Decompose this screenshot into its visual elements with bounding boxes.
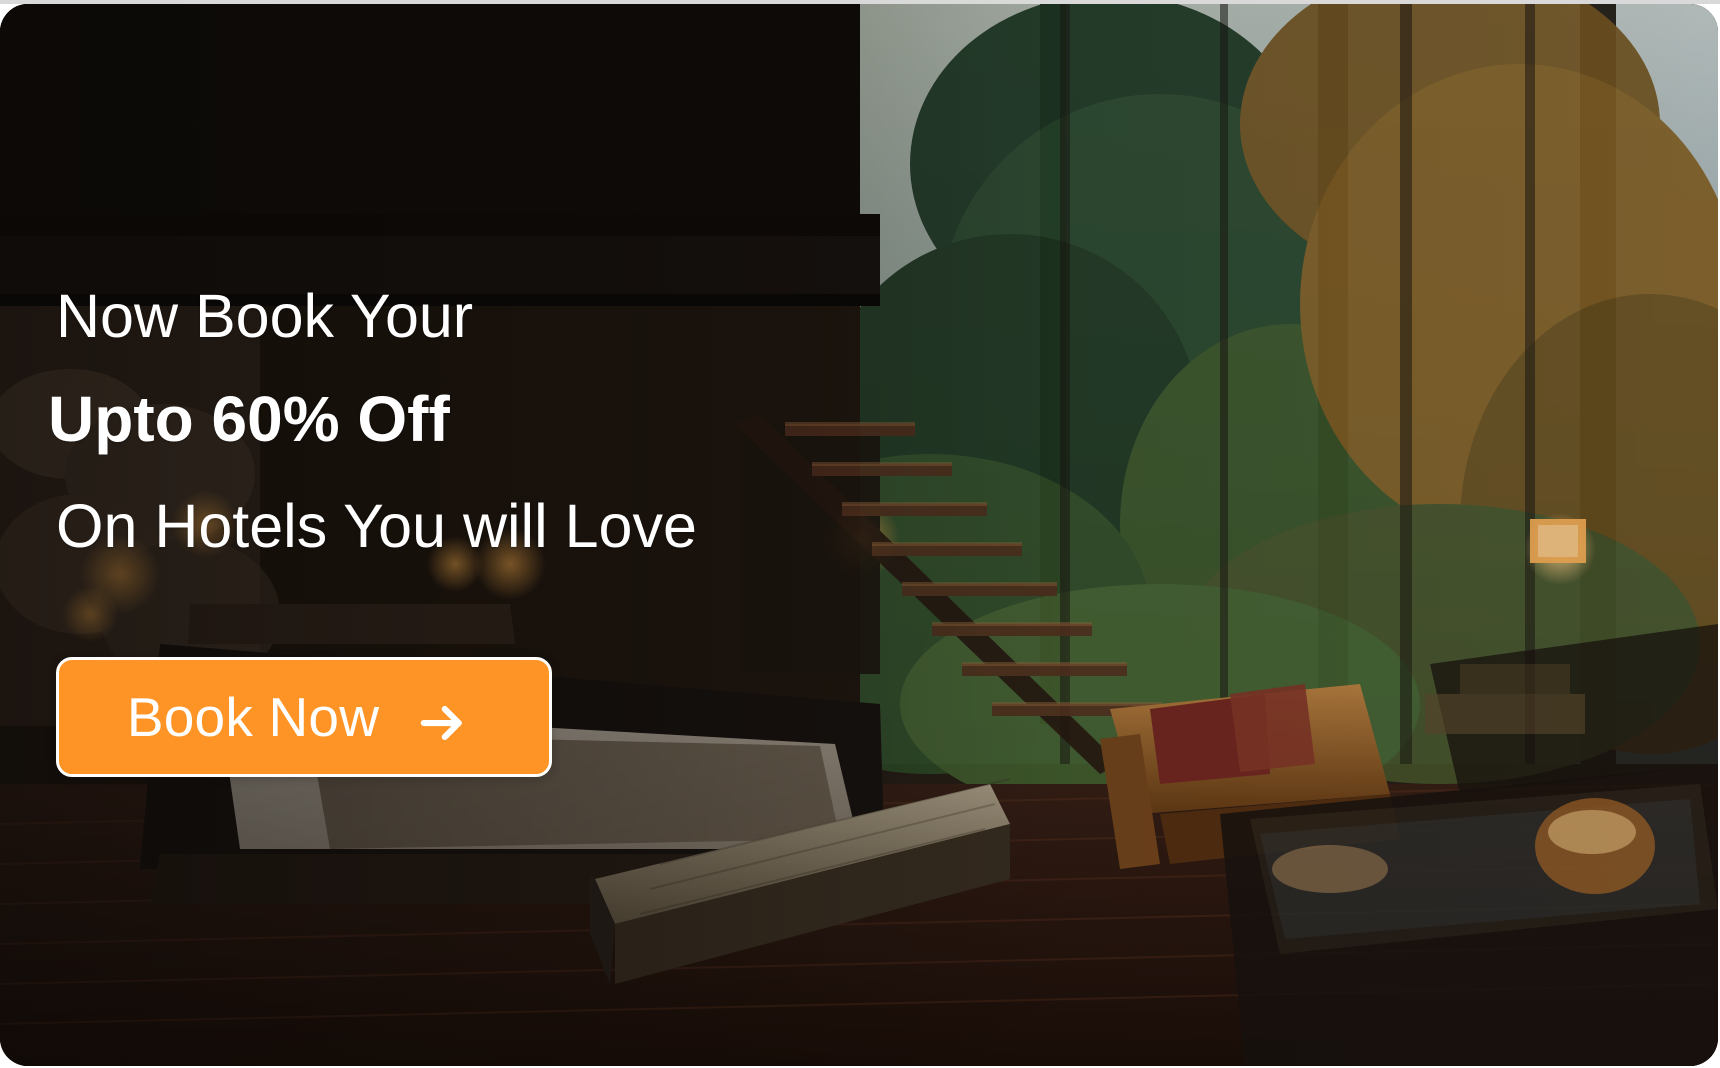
promo-copy: Now Book Your Upto 60% Off On Hotels You… [0,4,760,804]
hotel-promo-banner: Now Book Your Upto 60% Off On Hotels You… [0,4,1718,1066]
arrow-right-icon [420,705,462,741]
book-now-button[interactable]: Book Now [56,657,552,777]
headline-line-2: Upto 60% Off [48,383,450,455]
book-now-label: Book Now [126,685,380,748]
headline-line-3: On Hotels You will Love [56,492,697,560]
headline-line-1: Now Book Your [56,282,474,350]
